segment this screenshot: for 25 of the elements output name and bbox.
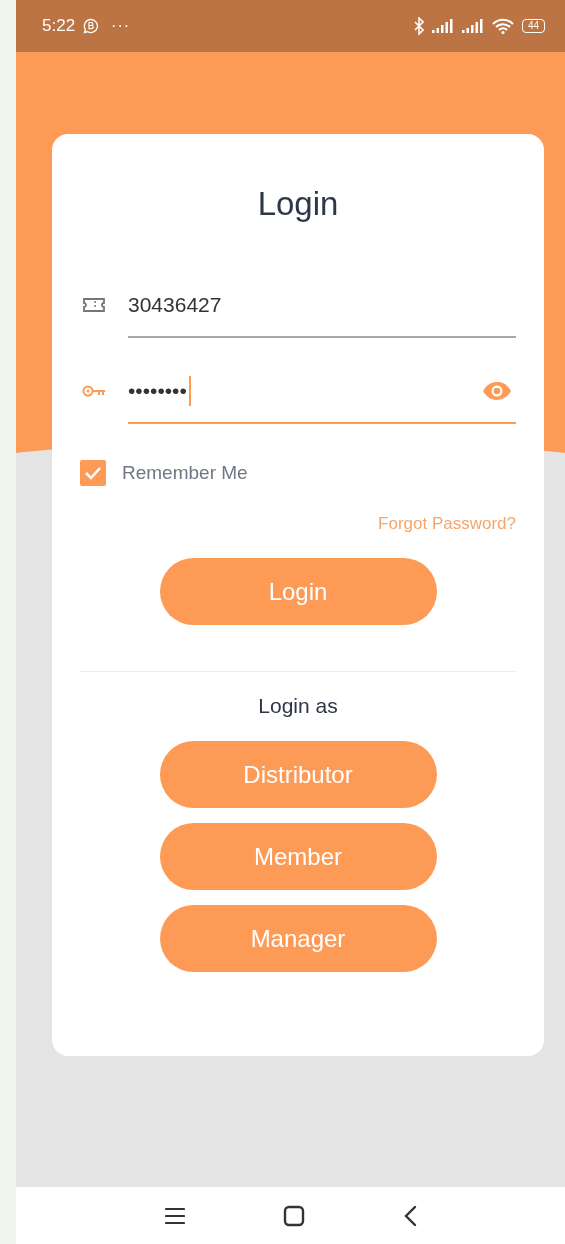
bluetooth-icon [413,17,424,35]
chat-b-icon [83,18,100,34]
remember-checkbox[interactable] [80,460,106,486]
menu-icon[interactable] [164,1206,185,1225]
overflow-dots: ··· [111,17,131,35]
back-icon[interactable] [402,1204,417,1227]
check-icon [84,466,102,480]
forgot-password-link[interactable]: Forgot Password? [378,514,516,534]
wifi-icon [491,18,514,34]
battery-level: 44 [521,19,545,33]
role-button[interactable]: Manager [159,905,437,972]
role-button[interactable]: Member [159,823,437,890]
remember-label: Remember Me [122,462,248,484]
status-time: 5:22 [42,16,76,36]
id-field[interactable]: 30436427 [128,272,516,338]
login-as-heading: Login as [258,694,338,719]
key-icon [82,383,106,399]
home-icon[interactable] [282,1204,305,1227]
role-button[interactable]: Distributor [159,741,437,808]
signal-icon [461,19,484,33]
ticket-icon [82,297,106,313]
login-title: Login [257,184,339,224]
password-field[interactable]: •••••••• [128,358,516,424]
login-button[interactable]: Login [159,558,437,625]
signal-icon [431,19,454,33]
